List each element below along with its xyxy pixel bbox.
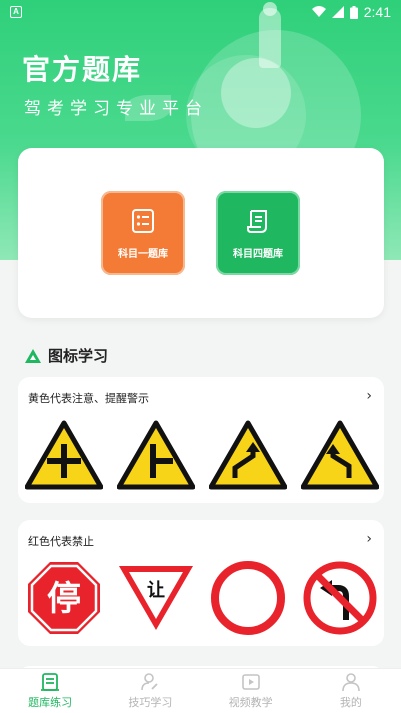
tab-label: 技巧学习 bbox=[128, 696, 173, 709]
card-title: 黄色代表注意、提醒警示 bbox=[28, 392, 149, 405]
stop-sign[interactable]: 停 bbox=[24, 558, 104, 638]
quiz-bank-card: 科目一题库 科目四题库 bbox=[18, 148, 384, 318]
no-left-turn-sign[interactable] bbox=[300, 558, 380, 638]
yield-sign-text: 让 bbox=[147, 580, 165, 601]
subject4-bank-button[interactable]: 科目四题库 bbox=[216, 191, 300, 275]
curve-right-warning-sign[interactable] bbox=[208, 415, 288, 495]
question-bank-icon bbox=[41, 673, 60, 691]
app-notification-icon: A bbox=[10, 6, 22, 18]
triangle-icon bbox=[25, 348, 41, 363]
subject4-bank-label: 科目四题库 bbox=[233, 248, 283, 260]
signal-icon bbox=[331, 6, 344, 18]
stop-sign-text: 停 bbox=[47, 579, 81, 619]
clock-time: 2:41 bbox=[363, 4, 391, 20]
page-subtitle: 驾考学习专业平台 bbox=[24, 99, 208, 119]
page-title: 官方题库 bbox=[22, 53, 143, 86]
subject1-bank-label: 科目一题库 bbox=[118, 248, 168, 260]
no-entry-sign[interactable] bbox=[208, 558, 288, 638]
user-edit-icon bbox=[141, 673, 159, 691]
warning-signs-card[interactable]: 黄色代表注意、提醒警示 › bbox=[18, 377, 384, 503]
curve-left-warning-sign[interactable] bbox=[300, 415, 380, 495]
tab-label: 视频教学 bbox=[228, 696, 273, 709]
tab-label: 题库练习 bbox=[28, 696, 73, 709]
tab-video[interactable]: 视频教学 bbox=[201, 669, 301, 713]
scroll-icon bbox=[247, 209, 267, 233]
prohibition-signs-card[interactable]: 红色代表禁止 › 停 让 bbox=[18, 520, 384, 646]
chevron-right-icon[interactable]: › bbox=[366, 388, 372, 404]
yield-sign[interactable]: 让 bbox=[116, 558, 196, 638]
profile-icon bbox=[342, 673, 360, 692]
t-junction-warning-sign[interactable] bbox=[116, 415, 196, 495]
wifi-icon bbox=[311, 6, 326, 17]
tab-skills[interactable]: 技巧学习 bbox=[100, 669, 200, 713]
chevron-right-icon[interactable]: › bbox=[366, 531, 372, 547]
globe-illustration bbox=[221, 58, 291, 128]
card-title: 红色代表禁止 bbox=[28, 535, 94, 548]
bottom-tab-bar: 题库练习 技巧学习 视频教学 我的 bbox=[0, 668, 401, 713]
tab-profile[interactable]: 我的 bbox=[301, 669, 401, 713]
battery-icon bbox=[349, 5, 358, 19]
subject1-bank-button[interactable]: 科目一题库 bbox=[101, 191, 185, 275]
tab-label: 我的 bbox=[339, 696, 362, 709]
section-header: 图标学习 bbox=[24, 345, 108, 366]
crossroads-warning-sign[interactable] bbox=[24, 415, 104, 495]
status-bar: A 2:41 bbox=[0, 0, 401, 24]
section-title: 图标学习 bbox=[48, 347, 109, 365]
checklist-icon bbox=[132, 208, 154, 233]
tab-question-bank[interactable]: 题库练习 bbox=[0, 669, 100, 713]
video-icon bbox=[241, 674, 260, 690]
